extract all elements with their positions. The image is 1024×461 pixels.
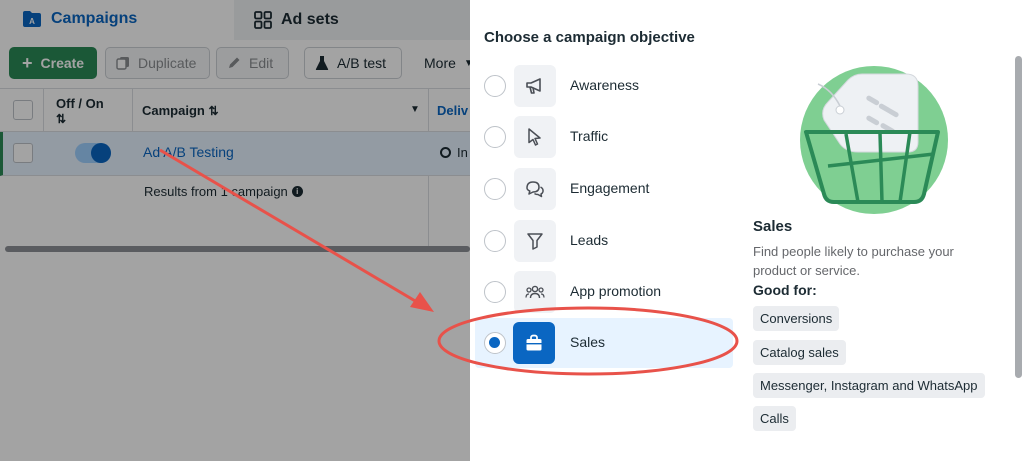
tab-campaigns-label: Campaigns <box>51 10 138 27</box>
good-for-tag: Catalog sales <box>753 340 846 365</box>
ab-test-button-label: A/B test <box>337 55 387 71</box>
tab-ad-sets-label: Ad sets <box>281 11 339 28</box>
good-for-tag: Messenger, Instagram and WhatsApp <box>753 373 985 398</box>
ab-test-button[interactable]: A/B test <box>304 47 402 79</box>
objective-label: Engagement <box>570 180 650 196</box>
objective-label: Traffic <box>570 128 609 144</box>
shopping-bag-icon <box>526 334 542 351</box>
duplicate-button-label: Duplicate <box>138 55 197 71</box>
scrollbar-thumb[interactable] <box>1015 56 1022 378</box>
column-off-on-label: Off / On <box>56 96 104 111</box>
funnel-icon <box>527 233 543 250</box>
duplicate-icon <box>116 57 129 70</box>
duplicate-button[interactable]: Duplicate <box>105 47 210 79</box>
delivery-status-icon <box>440 147 451 158</box>
sort-icon: ⇅ <box>56 112 67 126</box>
sales-basket-illustration <box>800 66 948 214</box>
column-divider <box>428 89 429 131</box>
table-row[interactable]: Ad A/B Testing In <box>0 132 470 176</box>
edit-button-label: Edit <box>249 55 274 71</box>
plus-icon: + <box>22 53 33 73</box>
objective-icon-box <box>514 116 556 158</box>
info-icon[interactable]: i <box>291 186 303 197</box>
modal-vertical-scrollbar[interactable] <box>1012 50 1024 380</box>
objective-radio-selected[interactable] <box>484 332 506 354</box>
cursor-icon <box>528 128 541 146</box>
column-divider <box>428 176 429 246</box>
tab-campaigns[interactable]: A Campaigns <box>0 0 234 40</box>
objective-label: Leads <box>570 232 609 248</box>
modal-title: Choose a campaign objective <box>484 29 695 46</box>
edit-button[interactable]: Edit <box>216 47 289 79</box>
column-off-on[interactable]: Off / On ⇅ <box>56 96 104 126</box>
objective-icon-box <box>514 65 556 107</box>
objective-traffic[interactable]: Traffic <box>470 112 734 162</box>
row-checkbox[interactable] <box>13 143 33 163</box>
results-row: Results from 1 campaign i <box>0 176 470 246</box>
flask-icon <box>315 56 329 70</box>
delivery-status-text: In <box>457 145 468 160</box>
objective-icon-box <box>514 271 556 313</box>
tabs-bar: A Campaigns Ad sets <box>0 0 470 40</box>
objective-icon-box <box>513 322 555 364</box>
good-for-tag: Conversions <box>753 306 840 331</box>
objective-leads[interactable]: Leads <box>470 216 734 266</box>
column-delivery-label: Deliv <box>437 103 469 118</box>
column-campaign[interactable]: Campaign ⇅ <box>142 103 219 118</box>
column-menu-caret-icon[interactable]: ▼ <box>410 104 420 115</box>
objective-radio[interactable] <box>484 230 506 252</box>
objective-detail-title: Sales <box>753 218 793 235</box>
select-all-checkbox[interactable] <box>13 100 33 120</box>
table-header: Off / On ⇅ Campaign ⇅ ▼ Deliv <box>0 88 470 132</box>
svg-text:A: A <box>29 17 35 26</box>
chat-bubbles-icon <box>526 181 544 198</box>
toolbar: + Create Duplicate Edit A/B test More ▼ <box>0 40 470 88</box>
objective-radio[interactable] <box>484 178 506 200</box>
good-for-heading: Good for: <box>753 282 817 298</box>
objective-detail-description: Find people likely to purchase your prod… <box>753 244 954 278</box>
objective-engagement[interactable]: Engagement <box>470 164 734 214</box>
toggle-knob <box>91 143 111 163</box>
ads-manager-background: A Campaigns Ad sets + Create Duplicate E… <box>0 0 470 461</box>
objective-sales[interactable]: Sales <box>475 318 733 368</box>
objective-app-promotion[interactable]: App promotion <box>470 267 734 317</box>
megaphone-icon <box>526 78 541 94</box>
radio-selected-dot <box>489 337 500 348</box>
column-divider <box>43 89 44 131</box>
good-for-tag: Calls <box>753 406 796 431</box>
column-delivery[interactable]: Deliv <box>437 103 468 118</box>
more-button[interactable]: More ▼ <box>414 47 470 79</box>
column-campaign-label: Campaign <box>142 103 205 118</box>
column-divider <box>132 89 133 131</box>
results-summary-text: Results from 1 campaign <box>144 184 288 199</box>
results-summary: Results from 1 campaign i <box>144 184 303 199</box>
objective-label: App promotion <box>570 283 662 299</box>
objective-icon-box <box>514 220 556 262</box>
pencil-icon <box>229 57 240 68</box>
objective-radio[interactable] <box>484 75 506 97</box>
sort-icon: ⇅ <box>208 104 219 118</box>
more-button-label: More <box>424 55 456 71</box>
create-button-label: Create <box>40 55 85 71</box>
tab-ad-sets[interactable]: Ad sets <box>238 0 470 40</box>
people-icon <box>525 285 545 299</box>
objective-label: Awareness <box>570 77 640 93</box>
objective-awareness[interactable]: Awareness <box>470 61 734 111</box>
campaign-objective-modal: Choose a campaign objective Awareness Tr… <box>470 0 1024 461</box>
horizontal-scrollbar[interactable] <box>5 246 470 252</box>
campaigns-folder-icon: A <box>23 11 41 27</box>
campaign-on-off-toggle[interactable] <box>75 143 111 163</box>
objective-icon-box <box>514 168 556 210</box>
objective-label: Sales <box>570 334 606 350</box>
objective-radio[interactable] <box>484 281 506 303</box>
objective-radio[interactable] <box>484 126 506 148</box>
ad-sets-grid-icon <box>254 11 272 29</box>
create-button[interactable]: + Create <box>9 47 97 79</box>
campaign-name-link[interactable]: Ad A/B Testing <box>143 144 234 160</box>
